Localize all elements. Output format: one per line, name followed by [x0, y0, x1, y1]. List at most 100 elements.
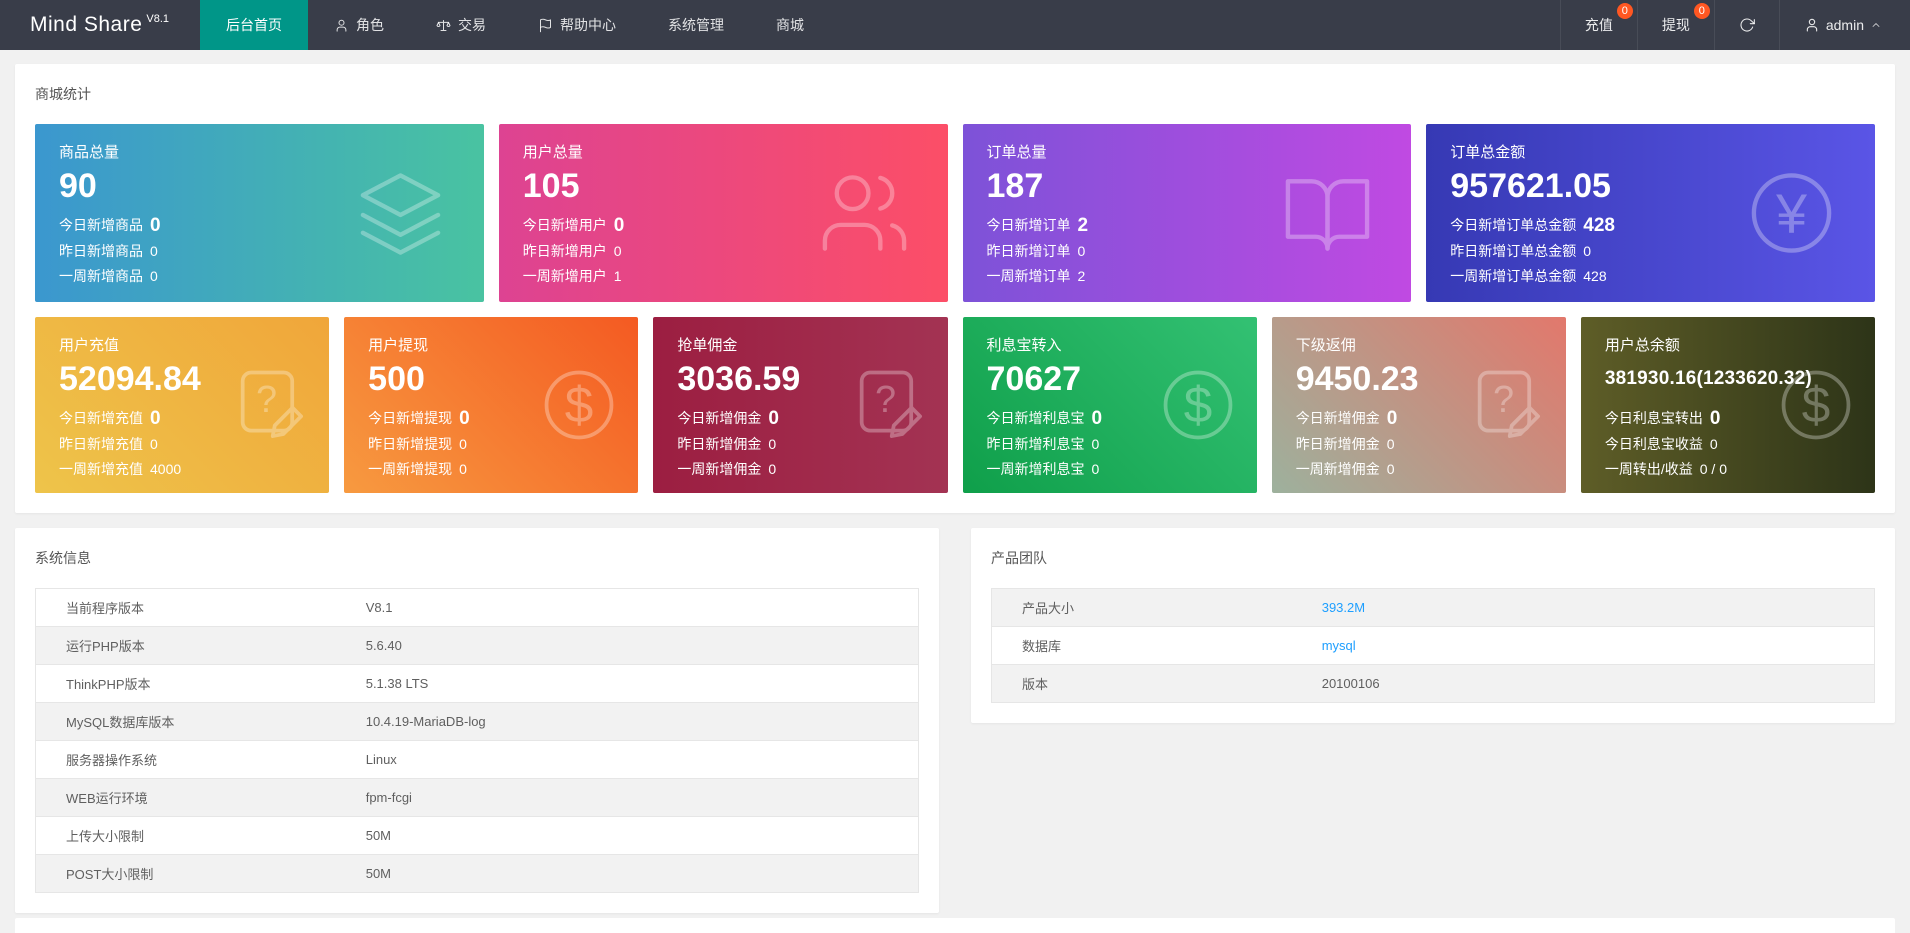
- table-row: MySQL数据库版本 10.4.19-MariaDB-log: [35, 702, 919, 741]
- stat-card-user-total: 用户总量 105 今日新增用户 0 昨日新增用户 0 一周新增用户 1: [498, 124, 948, 302]
- recharge-badge: 0: [1616, 3, 1633, 19]
- database-link[interactable]: mysql: [1322, 638, 1356, 653]
- card-stat-line: 一周新增提现 0: [368, 461, 467, 477]
- menu-item-label: 系统管理: [668, 17, 724, 33]
- menu-item-label: 后台首页: [226, 17, 282, 33]
- stat-card-order-commission: 抢单佣金 3036.59 今日新增佣金 0 昨日新增佣金 0 一周新增佣金 0 ?: [653, 317, 948, 493]
- withdraw-label: 提现: [1661, 17, 1690, 33]
- withdraw-button[interactable]: 提现 0: [1636, 0, 1714, 50]
- menu-item-system-admin[interactable]: 系统管理: [642, 0, 750, 50]
- mall-stats-title: 商城统计: [35, 86, 91, 102]
- brand-logo[interactable]: Mind Share V8.1: [0, 0, 200, 50]
- card-stat-line: 一周新增佣金 0: [1295, 461, 1395, 477]
- card-title: 订单总金额: [1450, 144, 1526, 161]
- card-title: 用户充值: [59, 337, 120, 354]
- stat-card-interest-in: 利息宝转入 70627 今日新增利息宝 0 昨日新增利息宝 0 一周新增利息宝 0 $: [962, 317, 1257, 493]
- recharge-label: 充值: [1584, 17, 1613, 33]
- table-row: POST大小限制 50M: [35, 854, 919, 893]
- card-stat-line: 一周新增订单总金额 428: [1450, 268, 1607, 284]
- card-title: 商品总量: [59, 144, 120, 161]
- user-icon: [336, 19, 347, 32]
- card-title: 利息宝转入: [986, 337, 1062, 354]
- table-row: 运行PHP版本 5.6.40: [35, 626, 919, 665]
- menu-item-label: 商城: [776, 17, 804, 33]
- stats-row-2: 用户充值 52094.84 今日新增充值 0 昨日新增充值 0 一周新增充值 4000…: [35, 317, 1876, 493]
- stat-card-user-withdraw: 用户提现 500 今日新增提现 0 昨日新增提现 0 一周新增提现 0 $: [344, 317, 639, 493]
- navbar-right: 充值 0 提现 0 admin: [1559, 0, 1910, 50]
- flag-icon: [540, 18, 551, 32]
- main-content: 商城统计 商品总量 90 今日新增商品 0 昨日新增商品 0 一周新增商品 0 用户总…: [0, 64, 1910, 933]
- card-stat-line: 一周新增充值 4000: [59, 461, 182, 477]
- system-info-title: 系统信息: [35, 550, 91, 566]
- table-row: 数据库 mysql: [991, 626, 1875, 665]
- next-section-partial-panel: [15, 918, 1895, 933]
- stat-card-product-total: 商品总量 90 今日新增商品 0 昨日新增商品 0 一周新增商品 0: [35, 124, 484, 302]
- menu-item-roles[interactable]: 角色: [308, 0, 410, 50]
- dollar-circle-icon: $: [538, 364, 620, 446]
- top-navbar: Mind Share V8.1 后台首页 角色 交易 帮助中心 系统管理 商城 …: [0, 0, 1910, 50]
- product-team-table: 产品大小 393.2M 数据库 mysql 版本 20100106: [991, 588, 1875, 703]
- mall-stats-panel: 商城统计 商品总量 90 今日新增商品 0 昨日新增商品 0 一周新增商品 0 用户总…: [15, 64, 1895, 513]
- product-size-link[interactable]: 393.2M: [1322, 600, 1365, 615]
- card-stat-line: 一周新增商品 0: [59, 268, 158, 284]
- yen-circle-icon: ¥: [1744, 166, 1839, 261]
- menu-item-label: 帮助中心: [560, 17, 616, 33]
- product-team-panel: 产品团队 产品大小 393.2M 数据库 mysql 版本 20100106: [971, 528, 1895, 723]
- layers-icon: [353, 166, 448, 261]
- brand-version: V8.1: [146, 13, 170, 25]
- users-icon: [817, 166, 912, 261]
- dollar-circle-icon: $: [1775, 364, 1857, 446]
- system-info-table: 当前程序版本 V8.1 运行PHP版本 5.6.40 ThinkPHP版本 5.1.3…: [35, 588, 919, 893]
- table-row: 产品大小 393.2M: [991, 588, 1875, 627]
- svg-text:¥: ¥: [1775, 183, 1807, 245]
- menu-item-label: 角色: [356, 17, 384, 33]
- bottom-panels: 系统信息 当前程序版本 V8.1 运行PHP版本 5.6.40 ThinkPHP版本…: [15, 513, 1895, 913]
- card-stat-line: 一周新增佣金 0: [677, 461, 777, 477]
- card-stat-line: 一周新增利息宝 0: [986, 461, 1100, 477]
- menu-item-mall[interactable]: 商城: [750, 0, 830, 50]
- svg-text:$: $: [565, 376, 594, 433]
- menu-item-help-center[interactable]: 帮助中心: [512, 0, 642, 50]
- card-stat-line: 一周新增订单 2: [986, 268, 1086, 284]
- table-row: WEB运行环境 fpm-fcgi: [35, 778, 919, 817]
- menu-item-trade[interactable]: 交易: [410, 0, 512, 50]
- card-title: 订单总量: [986, 144, 1047, 161]
- svg-text:$: $: [1183, 376, 1212, 433]
- system-info-panel: 系统信息 当前程序版本 V8.1 运行PHP版本 5.6.40 ThinkPHP版本…: [15, 528, 939, 913]
- stat-card-order-total: 订单总量 187 今日新增订单 2 昨日新增订单 0 一周新增订单 2: [962, 124, 1412, 302]
- svg-text:?: ?: [1493, 378, 1514, 420]
- scales-icon: [436, 19, 451, 31]
- table-row: ThinkPHP版本 5.1.38 LTS: [35, 664, 919, 703]
- admin-user-menu[interactable]: admin: [1778, 0, 1910, 50]
- doc-question-pencil-icon: ?: [1466, 364, 1548, 446]
- menu-item-label: 交易: [458, 17, 486, 33]
- card-title: 抢单佣金: [677, 337, 738, 354]
- card-stat-line: 一周转出/收益 0 / 0: [1604, 461, 1727, 477]
- refresh-button[interactable]: [1713, 0, 1779, 50]
- stat-card-order-amount: 订单总金额 957621.05 今日新增订单总金额 428 昨日新增订单总金额 0 …: [1426, 124, 1875, 302]
- user-icon: [1806, 18, 1818, 32]
- menu-item-dashboard[interactable]: 后台首页: [200, 0, 308, 50]
- stat-card-sub-commission: 下级返佣 9450.23 今日新增佣金 0 昨日新增佣金 0 一周新增佣金 0 ?: [1271, 317, 1566, 493]
- withdraw-badge: 0: [1693, 3, 1710, 19]
- card-title: 下级返佣: [1295, 337, 1356, 354]
- stats-row-1: 商品总量 90 今日新增商品 0 昨日新增商品 0 一周新增商品 0 用户总量 105…: [35, 124, 1875, 302]
- card-stat-line: 一周新增用户 1: [522, 268, 622, 284]
- card-title: 用户总量: [522, 144, 583, 161]
- stat-card-user-recharge: 用户充值 52094.84 今日新增充值 0 昨日新增充值 0 一周新增充值 4000…: [35, 317, 330, 493]
- admin-username: admin: [1825, 17, 1864, 33]
- svg-text:?: ?: [875, 378, 896, 420]
- table-row: 当前程序版本 V8.1: [35, 588, 919, 627]
- refresh-icon: [1740, 18, 1755, 32]
- dollar-circle-icon: $: [1157, 364, 1239, 446]
- svg-text:?: ?: [256, 378, 277, 420]
- main-menu: 后台首页 角色 交易 帮助中心 系统管理 商城: [200, 0, 830, 50]
- card-title: 用户提现: [368, 337, 429, 354]
- book-open-icon: [1280, 166, 1375, 261]
- svg-text:$: $: [1802, 376, 1831, 433]
- table-row: 上传大小限制 50M: [35, 816, 919, 855]
- chevron-up-icon: [1872, 23, 1880, 27]
- product-team-title: 产品团队: [991, 550, 1047, 566]
- doc-question-pencil-icon: ?: [848, 364, 930, 446]
- recharge-button[interactable]: 充值 0: [1559, 0, 1637, 50]
